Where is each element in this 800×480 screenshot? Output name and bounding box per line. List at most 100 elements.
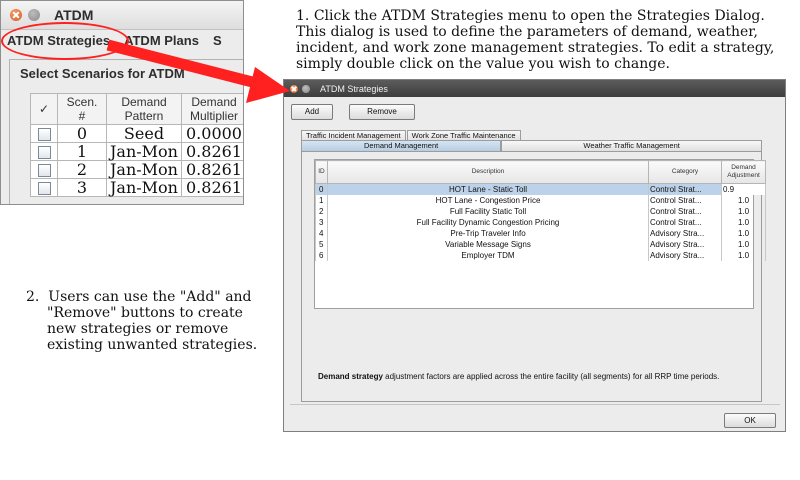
table-row[interactable]: 6 Employer TDM Advisory Stra... 1.0 [315,250,766,261]
row-checkbox[interactable] [30,160,58,179]
dialog-title: ATDM Strategies [320,83,388,94]
table-row[interactable]: 1 Jan-Mon 0.8261 [30,142,243,161]
tab-content: ID Description Category Demand Adjustmen… [301,151,766,402]
strategy-id: 6 [315,250,328,261]
table-row[interactable]: 5 Variable Message Signs Advisory Stra..… [315,239,766,250]
tab-row-front: Demand Management Weather Traffic Manage… [301,140,762,151]
atdm-main-window: ATDM ATDM Strategies ATDM Plans S Select… [0,0,244,205]
tab-demand-management[interactable]: Demand Management [301,140,502,151]
strategy-category: Advisory Stra... [648,228,722,239]
demand-pattern: Jan-Mon [106,142,182,161]
description-rest: adjustment factors are applied across th… [382,372,720,381]
table-row[interactable]: 1 HOT Lane - Congestion Price Control St… [315,195,766,206]
strategy-table-container: ID Description Category Demand Adjustmen… [314,159,766,309]
minimize-icon[interactable] [28,9,40,21]
dialog-titlebar: ATDM Strategies [284,80,785,97]
table-row[interactable]: 4 Pre-Trip Traveler Info Advisory Stra..… [315,228,766,239]
strategy-tab-panel: Traffic Incident Management Work Zone Tr… [294,128,780,403]
demand-adjustment[interactable]: 1.0 [721,206,766,217]
strategy-description: Full Facility Dynamic Congestion Pricing [327,217,649,228]
demand-multiplier: 0.0000 [181,124,243,143]
demand-pattern: Seed [106,124,182,143]
table-row[interactable]: 2 Jan-Mon 0.8261 [30,160,243,179]
demand-adjustment[interactable]: 1.0 [721,239,766,250]
col-header-check[interactable]: ✓ [30,93,58,125]
menu-atdm-plans[interactable]: ATDM Plans [124,33,199,48]
demand-adjustment-editor[interactable]: 0.9 [721,183,766,195]
dialog-separator [290,404,780,405]
scenario-number: 1 [57,142,107,161]
col-header-adjustment[interactable]: Demand Adjustment [721,160,766,184]
strategy-id: 2 [315,206,328,217]
strategy-description: HOT Lane - Congestion Price [327,195,649,206]
strategy-id: 0 [315,183,328,195]
table-row[interactable]: 3 Full Facility Dynamic Congestion Prici… [315,217,766,228]
strategy-description: Employer TDM [327,250,649,261]
tab-weather-traffic-management[interactable]: Weather Traffic Management [501,140,762,151]
dialog-toolbar: Add Remove [291,104,415,120]
strategy-category: Control Strat... [648,217,722,228]
col-header-pattern[interactable]: Demand Pattern [106,93,182,125]
scenario-select-panel: Select Scenarios for ATDM ✓ Scen. # Dema… [9,59,243,204]
col-header-id[interactable]: ID [315,160,328,184]
strategy-category: Control Strat... [648,206,722,217]
highlight-ellipse [1,22,129,60]
checkbox-icon[interactable] [37,128,51,141]
scenario-number: 3 [57,178,107,197]
strategy-description-text: Demand strategy adjustment factors are a… [318,372,758,382]
row-checkbox[interactable] [30,142,58,161]
step-1-text: Click the ATDM Strategies menu to open t… [296,8,775,72]
step-2-text: Users can use the "Add" and "Remove" but… [47,289,258,353]
demand-pattern: Jan-Mon [106,178,182,197]
demand-multiplier: 0.8261 [181,142,243,161]
demand-adjustment[interactable]: 1.0 [721,217,766,228]
table-row[interactable]: 3 Jan-Mon 0.8261 [30,178,243,197]
description-bold: Demand strategy [318,372,383,381]
table-row[interactable]: 0 HOT Lane - Static Toll Control Strat..… [315,183,766,195]
strategy-category: Advisory Stra... [648,250,722,261]
menu-truncated[interactable]: S [213,33,222,48]
table-row[interactable]: 0 Seed 0.0000 [30,124,243,143]
strategy-category: Control Strat... [648,195,722,206]
remove-button[interactable]: Remove [349,104,415,120]
col-header-description[interactable]: Description [327,160,649,184]
strategy-id: 1 [315,195,328,206]
scenario-number: 0 [57,124,107,143]
strategy-id: 4 [315,228,328,239]
checkbox-icon[interactable] [37,164,51,177]
ok-button[interactable]: OK [724,413,776,428]
col-header-multiplier[interactable]: Demand Multiplier [181,93,243,125]
instruction-step-2: 2. Users can use the "Add" and "Remove" … [26,289,266,353]
atdm-strategies-dialog: ATDM Strategies Add Remove Traffic Incid… [283,79,786,432]
demand-multiplier: 0.8261 [181,178,243,197]
strategy-category: Control Strat... [648,183,722,195]
strategy-description: Variable Message Signs [327,239,649,250]
main-window-title: ATDM [54,7,94,23]
close-icon[interactable] [10,9,22,21]
strategy-description: Pre-Trip Traveler Info [327,228,649,239]
scenario-number: 2 [57,160,107,179]
strategy-id: 5 [315,239,328,250]
demand-adjustment[interactable]: 1.0 [721,195,766,206]
table-row[interactable]: 2 Full Facility Static Toll Control Stra… [315,206,766,217]
close-icon[interactable] [290,84,298,93]
checkbox-icon[interactable] [37,146,51,159]
add-button[interactable]: Add [291,104,333,120]
strategy-category: Advisory Stra... [648,239,722,250]
step-2-number: 2. [26,289,40,305]
strategy-description: Full Facility Static Toll [327,206,649,217]
row-checkbox[interactable] [30,124,58,143]
demand-pattern: Jan-Mon [106,160,182,179]
demand-adjustment[interactable]: 1.0 [721,228,766,239]
minimize-icon[interactable] [302,84,310,93]
demand-adjustment[interactable]: 1.0 [721,250,766,261]
row-checkbox[interactable] [30,178,58,197]
col-header-category[interactable]: Category [648,160,722,184]
scenario-table: ✓ Scen. # Demand Pattern Demand Multipli… [30,93,243,197]
demand-multiplier: 0.8261 [181,160,243,179]
strategy-description: HOT Lane - Static Toll [327,183,649,195]
col-header-scenario[interactable]: Scen. # [57,93,107,125]
strategy-id: 3 [315,217,328,228]
strategy-table: ID Description Category Demand Adjustmen… [315,160,766,261]
checkbox-icon[interactable] [37,182,51,195]
